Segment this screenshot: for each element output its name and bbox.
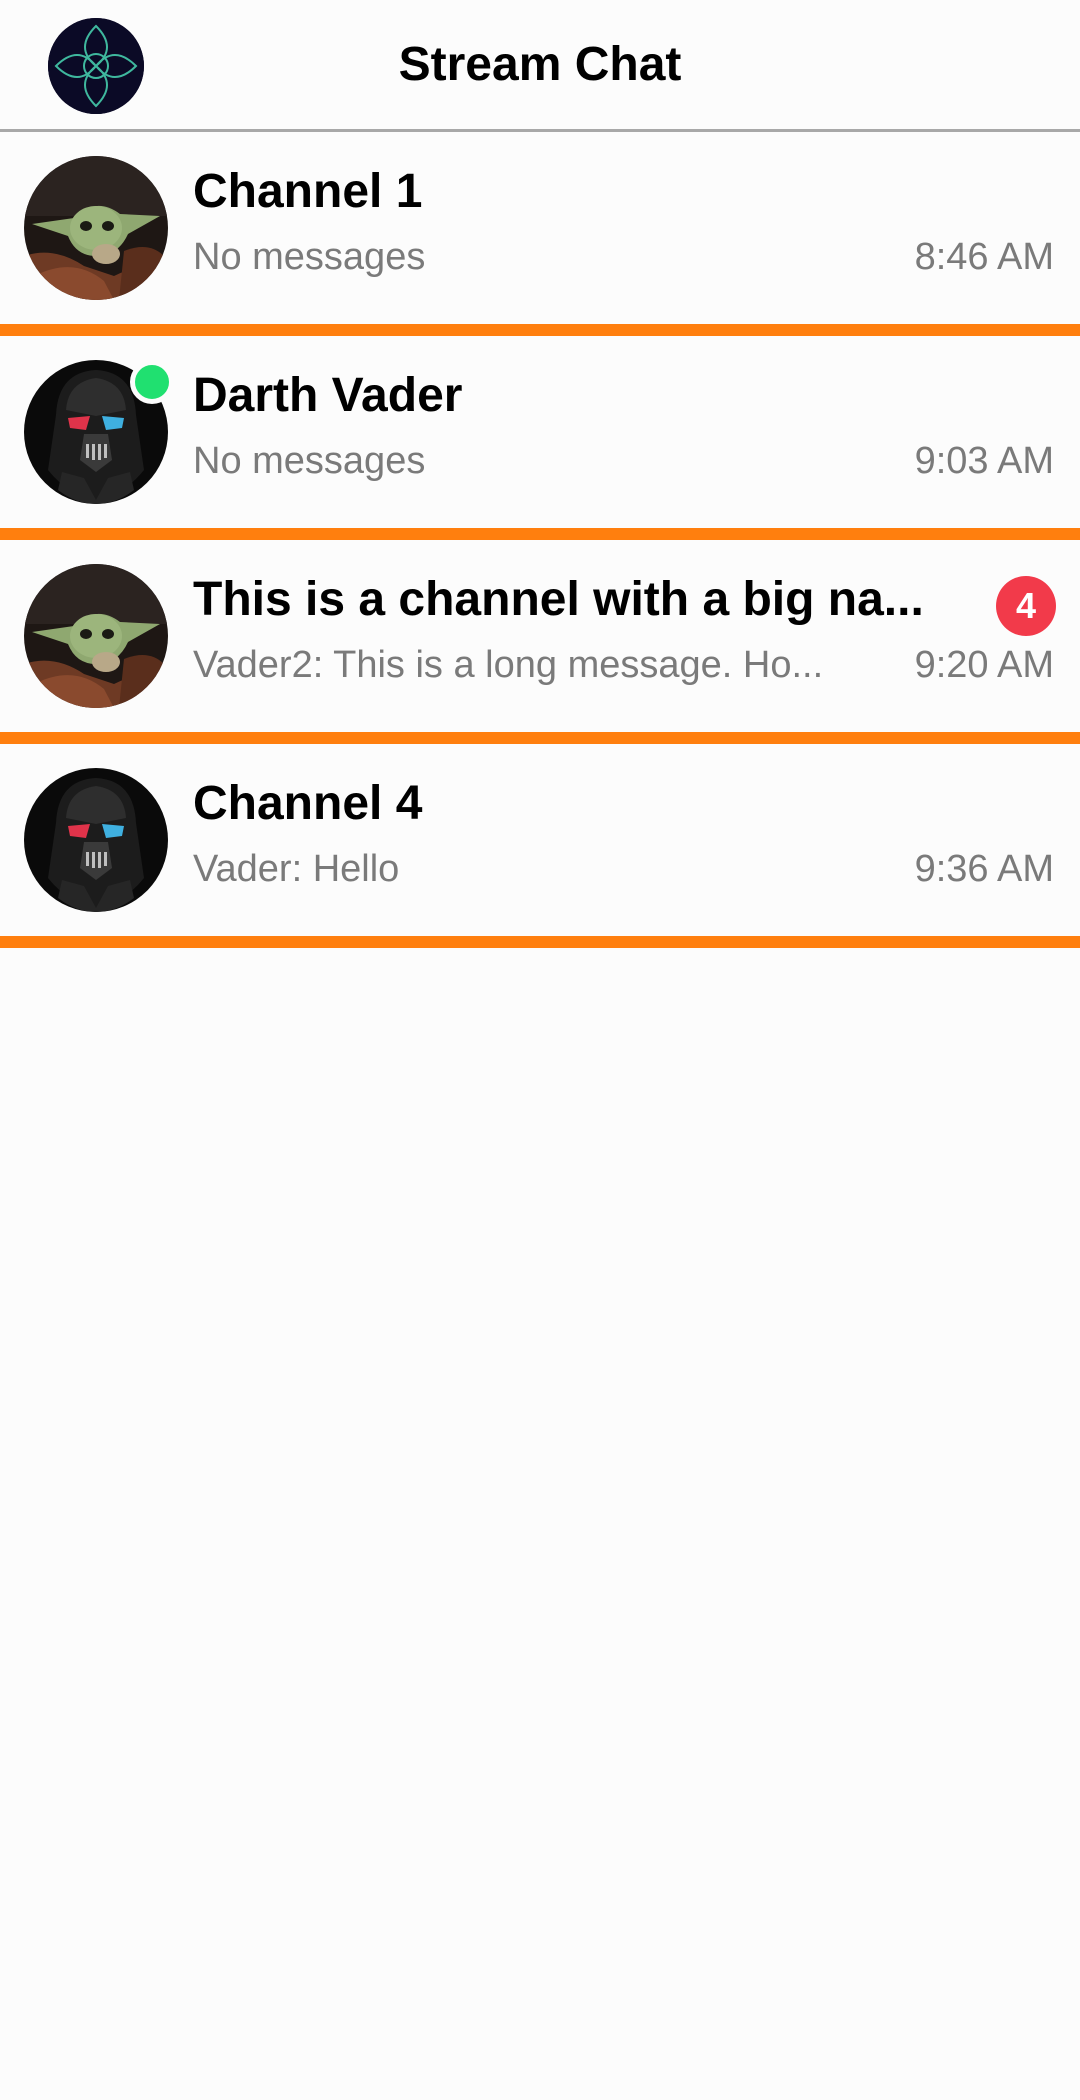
last-message-preview: No messages	[193, 236, 426, 278]
channel-name: Channel 1	[193, 165, 423, 218]
channel-name: This is a channel with a big na...	[193, 573, 924, 626]
channel-row[interactable]: Channel 4 Vader: Hello 9:36 AM	[0, 744, 1080, 948]
last-message-preview: No messages	[193, 440, 426, 482]
page-title: Stream Chat	[398, 38, 682, 91]
channel-name: Channel 4	[193, 777, 423, 830]
unread-count-badge: 4	[996, 576, 1056, 636]
online-status-indicator	[130, 360, 174, 404]
baby-yoda-avatar	[24, 564, 168, 708]
last-message-preview: Vader2: This is a long message. Ho...	[193, 644, 824, 686]
message-time: 9:20 AM	[914, 644, 1054, 686]
channel-name: Darth Vader	[193, 369, 463, 422]
channel-row[interactable]: Darth Vader No messages 9:03 AM	[0, 336, 1080, 540]
message-time: 8:46 AM	[914, 236, 1054, 278]
darth-vader-avatar	[24, 768, 168, 912]
message-time: 9:03 AM	[914, 440, 1054, 482]
channel-list: Channel 1 No messages 8:46 AM Darth Vade…	[0, 132, 1080, 948]
baby-yoda-avatar	[24, 156, 168, 300]
last-message-preview: Vader: Hello	[193, 848, 400, 890]
channel-row[interactable]: This is a channel with a big na... 4 Vad…	[0, 540, 1080, 744]
message-time: 9:36 AM	[914, 848, 1054, 890]
channel-row[interactable]: Channel 1 No messages 8:46 AM	[0, 132, 1080, 336]
app-header: Stream Chat	[0, 0, 1080, 132]
